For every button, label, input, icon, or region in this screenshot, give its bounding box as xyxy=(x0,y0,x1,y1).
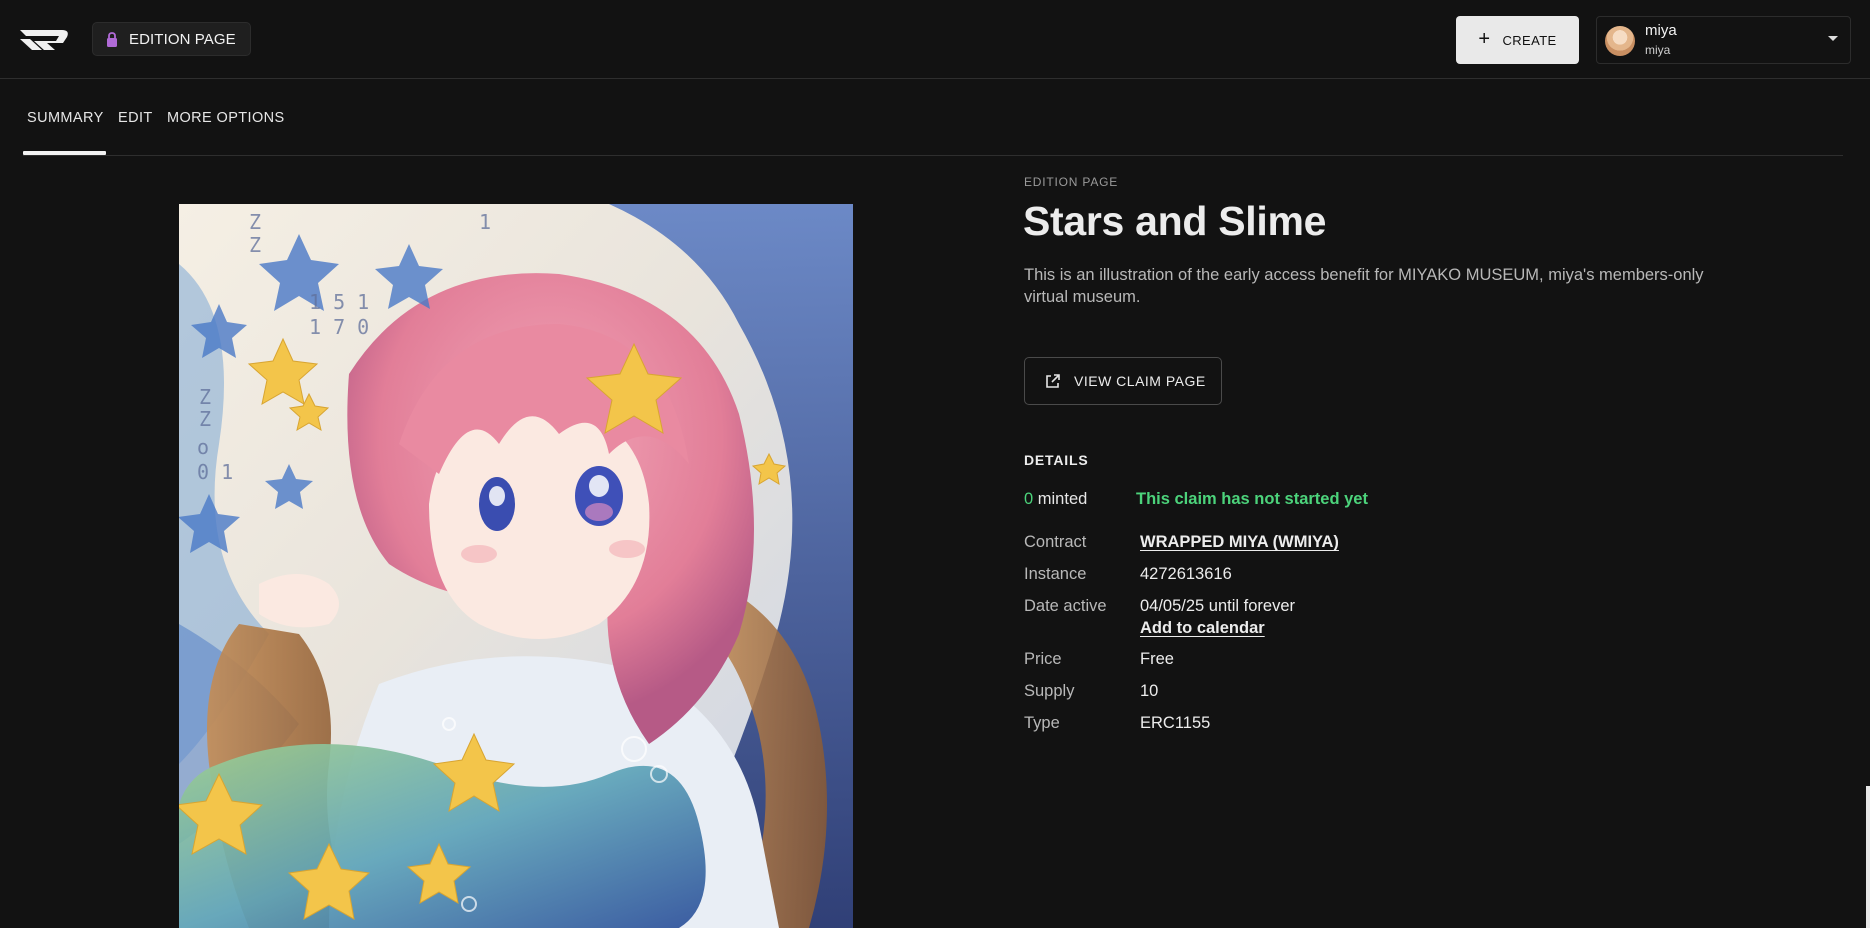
svg-text:o: o xyxy=(197,435,209,459)
create-button-label: CREATE xyxy=(1502,32,1557,48)
tab-more-options[interactable]: MORE OPTIONS xyxy=(167,110,285,126)
minted-count: 0 minted xyxy=(1024,490,1087,509)
svg-text:Z: Z xyxy=(199,385,211,409)
svg-text:1 5 1: 1 5 1 xyxy=(309,290,369,314)
date-active-label: Date active xyxy=(1024,597,1107,615)
svg-text:Z: Z xyxy=(199,407,211,431)
brand-logo[interactable] xyxy=(18,26,70,54)
active-tab-indicator xyxy=(23,151,106,155)
price-label: Price xyxy=(1024,650,1062,668)
plus-icon: + xyxy=(1478,28,1491,50)
create-button[interactable]: + CREATE xyxy=(1456,16,1579,64)
minted-number: 0 xyxy=(1024,490,1034,508)
contract-link[interactable]: WRAPPED MIYA (WMIYA) xyxy=(1140,533,1339,552)
user-handle: miya xyxy=(1645,43,1671,57)
type-value: ERC1155 xyxy=(1140,714,1211,732)
claim-status: This claim has not started yet xyxy=(1136,490,1368,508)
tab-summary[interactable]: SUMMARY xyxy=(27,110,104,126)
view-claim-page-button[interactable]: VIEW CLAIM PAGE xyxy=(1024,357,1222,405)
view-claim-page-label: VIEW CLAIM PAGE xyxy=(1074,373,1206,389)
svg-text:Z: Z xyxy=(249,210,261,234)
instance-value: 4272613616 xyxy=(1140,565,1232,583)
svg-text:Z: Z xyxy=(249,233,261,257)
type-label: Type xyxy=(1024,714,1060,732)
page-type-chip: EDITION PAGE xyxy=(92,22,251,56)
page-chip-label: EDITION PAGE xyxy=(129,30,236,48)
scrollbar[interactable] xyxy=(1866,786,1870,928)
minted-suffix: minted xyxy=(1033,490,1088,508)
user-name: miya xyxy=(1645,22,1677,39)
supply-label: Supply xyxy=(1024,682,1075,700)
add-to-calendar-link[interactable]: Add to calendar xyxy=(1140,619,1265,638)
date-active-value: 04/05/25 until forever xyxy=(1140,597,1296,615)
svg-text:1: 1 xyxy=(479,210,491,234)
user-menu[interactable]: miya miya xyxy=(1596,16,1851,64)
price-value: Free xyxy=(1140,650,1174,668)
lock-icon xyxy=(107,31,117,47)
instance-label: Instance xyxy=(1024,565,1087,583)
external-link-icon xyxy=(1046,373,1060,388)
page-description: This is an illustration of the early acc… xyxy=(1024,266,1704,306)
details-heading: DETAILS xyxy=(1024,452,1089,468)
tab-edit[interactable]: EDIT xyxy=(118,110,153,126)
chevron-down-icon xyxy=(1828,36,1838,41)
page-title: Stars and Slime xyxy=(1023,198,1327,244)
svg-text:1 7 0: 1 7 0 xyxy=(309,315,369,339)
avatar xyxy=(1605,26,1635,56)
contract-label: Contract xyxy=(1024,533,1087,551)
tab-bar: SUMMARY EDIT MORE OPTIONS xyxy=(23,80,1843,156)
edition-artwork: Z Z 1 1 5 1 1 7 0 Z Z o 0 1 xyxy=(179,204,853,928)
svg-text:0 1: 0 1 xyxy=(197,460,233,484)
page-eyebrow: EDITION PAGE xyxy=(1024,175,1119,189)
top-bar: EDITION PAGE + CREATE miya miya xyxy=(0,0,1870,79)
supply-value: 10 xyxy=(1140,682,1159,700)
